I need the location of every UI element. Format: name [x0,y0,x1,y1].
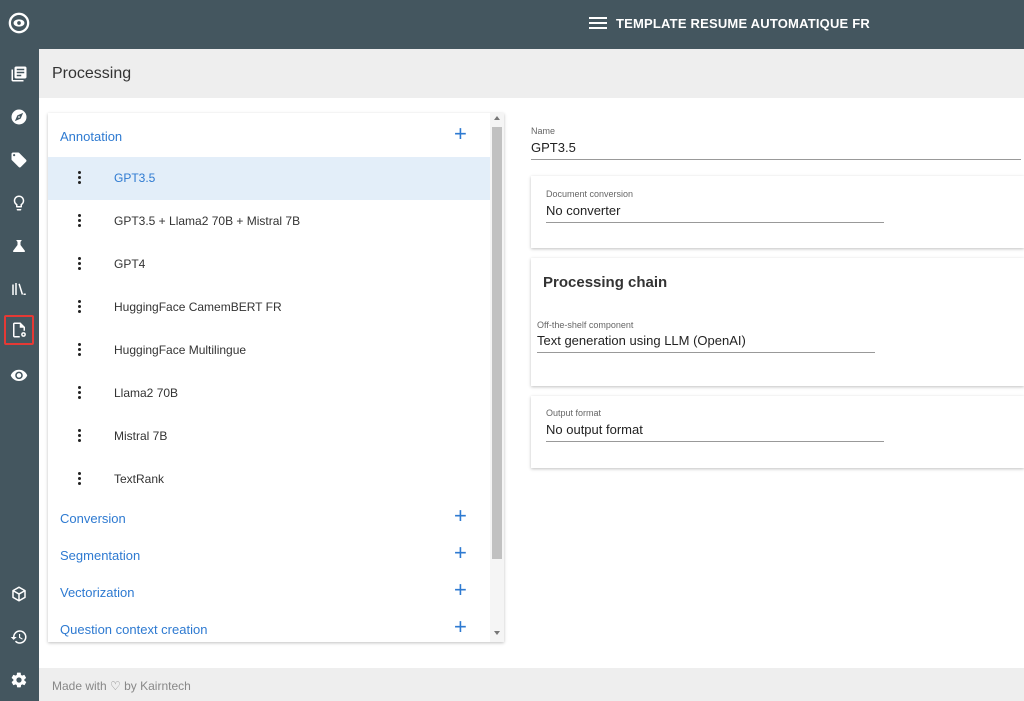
more-vert-icon[interactable] [78,386,82,401]
section-vectorization[interactable]: Vectorization + [48,574,490,610]
eye-settings-icon[interactable] [4,360,34,390]
output-format-label: Output format [546,408,602,418]
output-format-underline [546,441,884,442]
more-vert-icon[interactable] [78,429,82,444]
list-item-label: Mistral 7B [114,429,168,443]
list-item[interactable]: GPT4 [48,243,490,286]
processing-icon[interactable] [4,315,34,345]
top-bar: TEMPLATE RESUME AUTOMATIQUE FR [39,0,1024,49]
name-label: Name [531,126,556,136]
page-header: Processing [39,49,1024,98]
name-field[interactable]: GPT3.5 [531,140,576,155]
scrollbar-thumb[interactable] [492,127,502,559]
more-vert-icon[interactable] [78,214,82,229]
add-vectorization-button[interactable]: + [454,578,467,602]
scroll-down-icon[interactable] [494,631,500,635]
section-label: Annotation [60,129,123,144]
gear-icon[interactable] [4,665,34,695]
more-vert-icon[interactable] [78,257,82,272]
name-underline [531,159,1021,160]
list-item-label: HuggingFace Multilingue [114,343,247,357]
list-item[interactable]: TextRank [48,458,490,501]
list-item-label: HuggingFace CamemBERT FR [114,300,282,314]
cube-icon[interactable] [4,579,34,609]
history-icon[interactable] [4,622,34,652]
more-vert-icon[interactable] [78,300,82,315]
list-item-label: GPT3.5 + Llama2 70B + Mistral 7B [114,214,301,228]
list-item-label: GPT4 [114,257,146,271]
more-vert-icon[interactable] [78,343,82,358]
sidebar [0,0,39,701]
document-conversion-select[interactable]: No converter [546,203,620,218]
list-item[interactable]: HuggingFace Multilingue [48,329,490,372]
component-select[interactable]: Text generation using LLM (OpenAI) [537,333,746,348]
document-conversion-underline [546,222,884,223]
footer: Made with ♡ by Kairntech [39,668,1024,701]
list-item-gpt35[interactable]: GPT3.5 [48,157,490,200]
list-item-label: Llama2 70B [114,386,179,400]
page-title: Processing [52,65,132,82]
menu-icon[interactable] [589,15,607,33]
documents-icon[interactable] [4,59,34,89]
section-label: Conversion [60,511,126,526]
section-label: Segmentation [60,548,141,563]
component-label: Off-the-shelf component [537,320,634,330]
more-vert-icon[interactable] [78,171,82,186]
list-item-label: GPT3.5 [114,171,156,185]
eye-logo-icon[interactable] [4,8,34,38]
tag-icon[interactable] [4,145,34,175]
processing-chain-title: Processing chain [543,274,668,291]
section-annotation[interactable]: Annotation + [48,118,490,154]
processing-list: Annotation + GPT3.5 GPT3.5 + Llama2 70B … [48,113,504,642]
section-label: Vectorization [60,585,135,600]
compass-icon[interactable] [4,102,34,132]
section-segmentation[interactable]: Segmentation + [48,537,490,573]
section-question-context-creation[interactable]: Question context creation + [48,611,490,642]
add-conversion-button[interactable]: + [454,504,467,528]
add-question-context-button[interactable]: + [454,615,467,639]
list-item[interactable]: GPT3.5 + Llama2 70B + Mistral 7B [48,200,490,243]
output-format-select[interactable]: No output format [546,422,643,437]
component-underline [537,352,875,353]
project-title: TEMPLATE RESUME AUTOMATIQUE FR [616,16,870,31]
lightbulb-icon[interactable] [4,188,34,218]
section-label: Question context creation [60,622,208,637]
list-item[interactable]: Mistral 7B [48,415,490,458]
add-annotation-button[interactable]: + [454,122,467,146]
footer-text: Made with ♡ by Kairntech [52,679,191,693]
list-item-label: TextRank [114,472,165,486]
more-vert-icon[interactable] [78,472,82,487]
scroll-up-icon[interactable] [494,116,500,120]
add-segmentation-button[interactable]: + [454,541,467,565]
books-icon[interactable] [4,274,34,304]
section-conversion[interactable]: Conversion + [48,500,490,536]
list-item[interactable]: Llama2 70B [48,372,490,415]
list-item[interactable]: HuggingFace CamemBERT FR [48,286,490,329]
flask-icon[interactable] [4,231,34,261]
document-conversion-label: Document conversion [546,189,634,199]
